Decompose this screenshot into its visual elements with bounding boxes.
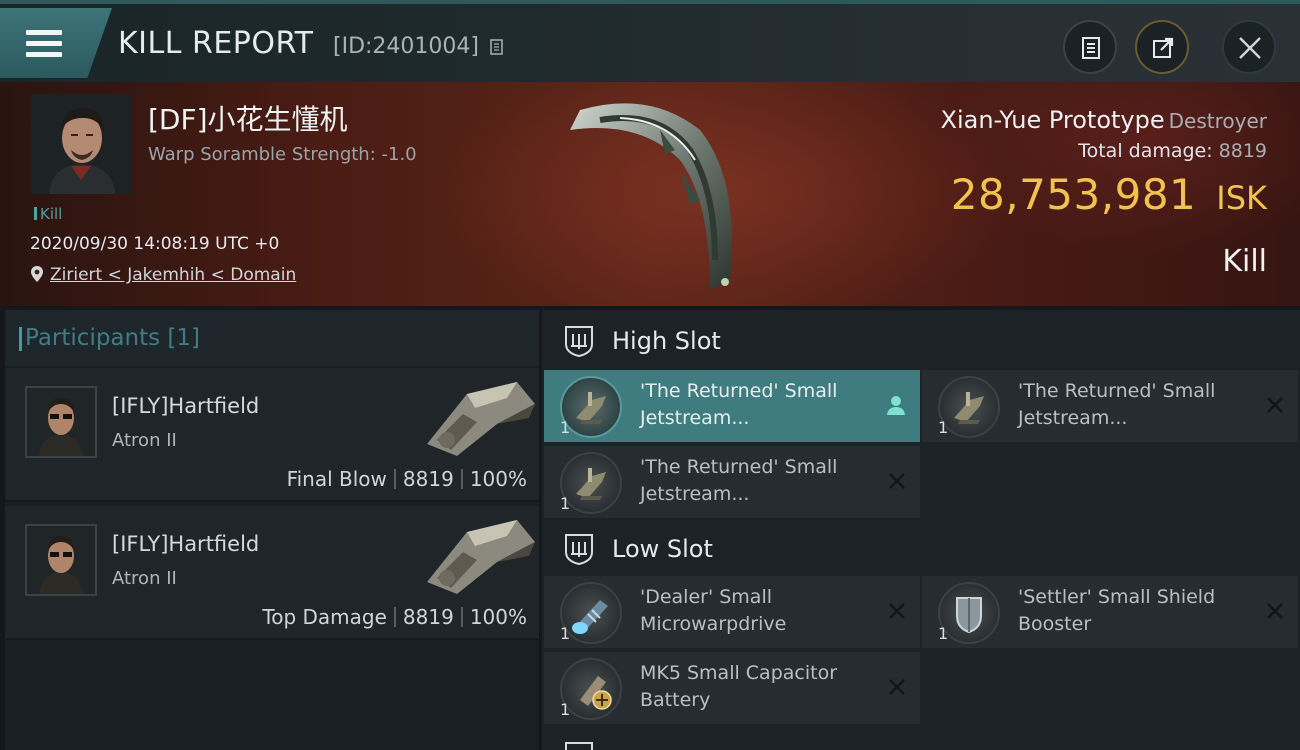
participant-role: Final Blow: [286, 467, 387, 491]
destroyed-icon: [1267, 397, 1283, 413]
destroyed-icon: [889, 473, 905, 489]
module-name: 'Settler' Small Shield Booster: [1018, 586, 1216, 635]
report-button[interactable]: [1063, 20, 1117, 74]
close-button[interactable]: [1222, 20, 1276, 74]
participant-row[interactable]: [IFLY]Hartfield Atron II Final Blow 8819 1…: [5, 368, 539, 502]
module-quantity: 1: [938, 624, 949, 643]
module-item[interactable]: 1 'The Returned' Small Jetstream...: [544, 370, 920, 442]
participant-stats: Final Blow 8819 100%: [287, 467, 527, 491]
kill-result: Kill: [1222, 244, 1267, 279]
warp-scramble-strength: Warp Soramble Strength: -1.0: [148, 144, 417, 165]
participant-percent: 100%: [469, 467, 527, 491]
participant-damage: 8819: [402, 467, 454, 491]
participant-role: Top Damage: [262, 605, 387, 629]
module-quantity: 1: [560, 418, 571, 437]
destroyed-icon: [889, 679, 905, 695]
low-slot-header: Low Slot: [542, 520, 1300, 578]
menu-button[interactable]: [0, 8, 112, 78]
module-name: 'The Returned' Small Jetstream...: [640, 380, 838, 429]
module-item[interactable]: 1 'The Returned' Small Jetstream...: [922, 370, 1298, 442]
participants-panel: Participants [1] [IFLY]Hartfield Atron I…: [5, 310, 539, 750]
victim-name[interactable]: [DF]小花生懂机: [148, 98, 348, 138]
participant-ship: Atron II: [112, 430, 177, 451]
participant-ship-image: [427, 382, 535, 456]
participant-percent: 100%: [469, 605, 527, 629]
top-bar: KILL REPORT [ID:2401004]: [0, 0, 1300, 82]
module-quantity: 1: [560, 700, 571, 719]
isk-value: 28,753,981 ISK: [950, 170, 1267, 219]
location-pin-icon: [31, 266, 43, 282]
participant-name: [IFLY]Hartfield: [112, 532, 260, 556]
victim-avatar[interactable]: [31, 94, 132, 194]
kill-datetime: 2020/09/30 14:08:19 UTC +0: [30, 234, 280, 254]
participant-damage: 8819: [402, 605, 454, 629]
high-slot-label: High Slot: [612, 327, 721, 355]
copy-icon[interactable]: [488, 39, 504, 57]
participant-avatar[interactable]: [25, 386, 97, 458]
share-button[interactable]: [1135, 20, 1189, 74]
kill-summary: [DF]小花生懂机 Warp Soramble Strength: -1.0 K…: [0, 82, 1300, 306]
module-item[interactable]: 1 'Settler' Small Shield Booster: [922, 576, 1298, 648]
participant-row[interactable]: [IFLY]Hartfield Atron II Top Damage 8819 1…: [5, 506, 539, 640]
module-name: 'Dealer' Small Microwarpdrive: [640, 586, 787, 635]
participant-ship: Atron II: [112, 568, 177, 589]
module-name: 'The Returned' Small Jetstream...: [1018, 380, 1216, 429]
kill-tag: Kill: [34, 205, 62, 223]
kill-location[interactable]: Ziriert < Jakemhih < Domain: [30, 265, 296, 285]
pilot-icon[interactable]: [886, 394, 906, 416]
share-icon: [1153, 37, 1174, 58]
module-item[interactable]: 1 'Dealer' Small Microwarpdrive: [544, 576, 920, 648]
destroyed-icon: [1267, 603, 1283, 619]
victim-ship-image: [570, 103, 732, 290]
high-slot-header: High Slot: [542, 312, 1300, 370]
participant-name: [IFLY]Hartfield: [112, 394, 260, 418]
high-slot-icon: [565, 326, 593, 358]
participant-stats: Top Damage 8819 100%: [262, 605, 527, 629]
page-title: KILL REPORT: [118, 26, 314, 61]
participants-label: Participants [1]: [19, 325, 200, 351]
participant-avatar[interactable]: [25, 524, 97, 596]
fittings-panel: High Slot 1 'The Returned' Small Jetstre…: [542, 310, 1300, 750]
total-damage: Total damage: 8819: [1078, 140, 1267, 162]
participants-header: Participants [1]: [5, 310, 539, 366]
hamburger-icon: [26, 30, 62, 58]
module-quantity: 1: [560, 624, 571, 643]
module-item[interactable]: 1 MK5 Small Capacitor Battery: [544, 652, 920, 724]
low-slot-label: Low Slot: [612, 535, 713, 563]
report-icon: [1082, 37, 1100, 59]
module-name: MK5 Small Capacitor Battery: [640, 662, 838, 711]
module-quantity: 1: [560, 494, 571, 513]
kill-report-id: [ID:2401004]: [333, 34, 479, 59]
slot-icon: [565, 742, 593, 750]
participant-ship-image: [427, 520, 535, 594]
module-quantity: 1: [938, 418, 949, 437]
destroyed-icon: [889, 603, 905, 619]
low-slot-icon: [565, 534, 593, 566]
victim-ship-name[interactable]: Xian-Yue Prototype Destroyer: [941, 106, 1268, 134]
next-slot-header: [542, 728, 1300, 750]
module-name: 'The Returned' Small Jetstream...: [640, 456, 838, 505]
module-item[interactable]: 1 'The Returned' Small Jetstream...: [544, 446, 920, 518]
close-icon: [1239, 37, 1261, 59]
